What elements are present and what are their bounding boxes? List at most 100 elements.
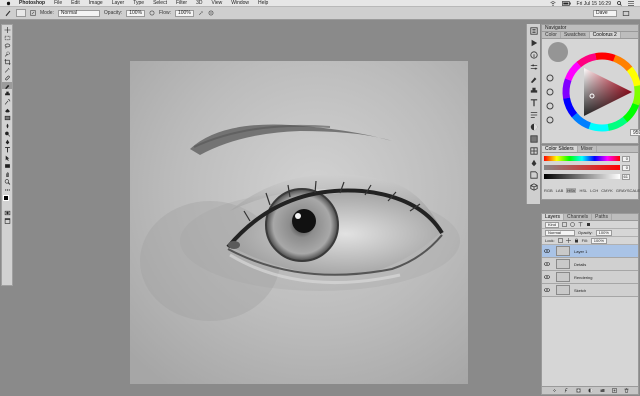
dock-clone-button[interactable] (528, 86, 540, 96)
trash-icon[interactable] (624, 388, 629, 393)
layer-opacity-field[interactable]: 100% (595, 229, 612, 236)
menu-layer[interactable]: Layer (112, 0, 125, 6)
navigator-title[interactable]: Navigator (542, 25, 638, 32)
eye-icon[interactable] (542, 249, 552, 253)
tab-color[interactable]: Color (542, 32, 561, 38)
apple-icon[interactable] (6, 0, 11, 6)
filter-image-icon[interactable] (562, 222, 567, 227)
filter-adjust-icon[interactable] (570, 222, 575, 227)
pressure-opacity-icon[interactable] (149, 10, 155, 16)
value-slider[interactable] (544, 174, 620, 179)
gradient-tool[interactable] (2, 114, 12, 121)
dock-history-button[interactable] (528, 26, 540, 36)
menu-window[interactable]: Window (231, 0, 249, 6)
menu-filter[interactable]: Filter (176, 0, 187, 6)
dock-properties-button[interactable] (528, 62, 540, 72)
dock-notes-button[interactable] (528, 170, 540, 180)
mode-lab[interactable]: LAB (556, 188, 564, 193)
adjustment-layer-icon[interactable] (588, 388, 593, 393)
zoom-tool[interactable] (2, 178, 12, 185)
eye-icon[interactable] (542, 275, 552, 279)
menu-3d[interactable]: 3D (196, 0, 202, 6)
workspace-select[interactable]: Dave (593, 10, 617, 17)
mode-lch[interactable]: LCH (590, 188, 598, 193)
fx-icon[interactable] (564, 388, 569, 393)
lasso-tool[interactable] (2, 42, 12, 49)
tab-layers[interactable]: Layers (542, 214, 565, 220)
type-tool[interactable] (2, 146, 12, 153)
color-swatches[interactable] (2, 194, 12, 208)
move-tool[interactable] (2, 26, 12, 33)
dock-actions-button[interactable] (528, 38, 540, 48)
menu-image[interactable]: Image (89, 0, 103, 6)
mode-select[interactable]: Normal (57, 9, 100, 17)
tab-swatches[interactable]: Swatches (561, 32, 590, 38)
swatch-slot-icon[interactable] (546, 102, 554, 110)
pen-tool[interactable] (2, 138, 12, 145)
mode-hsl[interactable]: HSL (579, 188, 587, 193)
hue-value[interactable]: 0 (622, 155, 630, 162)
flow-field[interactable]: 100% (175, 9, 194, 17)
path-select-tool[interactable] (2, 154, 12, 161)
mode-rgb[interactable]: RGB (544, 188, 553, 193)
list-icon[interactable] (628, 1, 634, 6)
dock-paths-button[interactable] (528, 158, 540, 168)
menu-select[interactable]: Select (153, 0, 167, 6)
swatch-slot-icon[interactable] (546, 74, 554, 82)
layer-row[interactable]: Rendering (542, 271, 638, 284)
tab-coolorus[interactable]: Coolorus 2 (589, 32, 621, 38)
mode-hsv[interactable]: HSV (566, 188, 577, 193)
shape-tool[interactable] (2, 162, 12, 169)
swatch-slot-icon[interactable] (546, 116, 554, 124)
filter-shape-icon[interactable] (586, 222, 591, 227)
saturation-slider[interactable] (544, 165, 620, 170)
tab-mixer[interactable]: Mixer (578, 146, 597, 152)
lock-position-icon[interactable] (565, 238, 571, 243)
lock-all-icon[interactable] (574, 238, 579, 243)
screen-mode-toggle[interactable] (2, 217, 12, 224)
dock-adjustments-button[interactable] (528, 122, 540, 132)
brush-tool[interactable] (2, 82, 12, 89)
new-layer-icon[interactable] (611, 388, 617, 393)
dock-brush-button[interactable] (528, 74, 540, 84)
color-wheel[interactable] (542, 40, 640, 140)
battery-icon[interactable] (561, 1, 571, 6)
quick-select-tool[interactable] (2, 50, 12, 57)
layer-row[interactable]: Sketch (542, 284, 638, 297)
folder-icon[interactable] (600, 388, 605, 393)
pressure-size-icon[interactable] (208, 10, 214, 16)
layer-fill-field[interactable]: 100% (590, 237, 608, 244)
filter-type-icon[interactable] (578, 222, 583, 227)
menu-edit[interactable]: Edit (71, 0, 80, 6)
value-value[interactable]: 61 (622, 173, 630, 180)
mode-grayscale[interactable]: GRAYSCALE (616, 188, 640, 193)
tab-channels[interactable]: Channels (564, 214, 593, 220)
wifi-icon[interactable] (549, 1, 556, 6)
marquee-tool[interactable] (2, 34, 12, 41)
saturation-value[interactable]: 0 (622, 164, 630, 171)
dock-info-button[interactable] (528, 50, 540, 60)
layer-kind-select[interactable]: Kind (545, 221, 560, 228)
dock-3d-button[interactable] (528, 182, 540, 192)
eye-icon[interactable] (542, 262, 552, 266)
app-name-menu[interactable]: Photoshop (19, 0, 45, 6)
link-icon[interactable] (552, 388, 557, 393)
quick-mask-toggle[interactable] (2, 209, 12, 216)
menu-help[interactable]: Help (258, 0, 268, 6)
layer-row[interactable]: Details (542, 258, 638, 271)
clone-stamp-tool[interactable] (2, 90, 12, 97)
tab-color-sliders[interactable]: Color Sliders (542, 146, 578, 152)
mode-cmyk[interactable]: CMYK (601, 188, 613, 193)
menu-file[interactable]: File (54, 0, 62, 6)
opacity-field[interactable]: 100% (126, 9, 146, 17)
blur-tool[interactable] (2, 122, 12, 129)
dock-swatch-button[interactable] (528, 146, 540, 156)
dock-styles-button[interactable] (528, 134, 540, 144)
search-icon[interactable] (617, 1, 622, 6)
brush-preset-icon[interactable] (4, 9, 12, 17)
brush-size-picker[interactable] (16, 9, 26, 17)
clock[interactable]: Fri Jul 15 16:29 (577, 1, 611, 7)
eraser-tool[interactable] (2, 106, 12, 113)
foreground-color-swatch[interactable] (3, 195, 9, 201)
menu-type[interactable]: Type (133, 0, 144, 6)
